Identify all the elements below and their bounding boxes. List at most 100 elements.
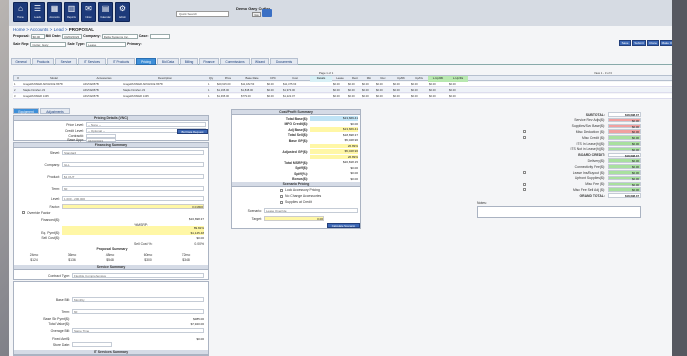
row-cpc: $0.00: [267, 89, 274, 92]
row-l-up-ds: $0.00: [449, 95, 456, 98]
sale-rep-select[interactable]: Cutler, Gary: [30, 41, 67, 47]
term-val-60: $300: [144, 258, 152, 262]
summary-value: $18,698.37: [608, 193, 641, 198]
target-field[interactable]: 0.00: [264, 216, 324, 221]
summary-checkbox[interactable]: [523, 130, 526, 134]
col-accessories[interactable]: Accessories: [84, 76, 124, 81]
fin-level-select[interactable]: 1.000 - 200.000: [62, 196, 204, 201]
tab-pricing[interactable]: Pricing: [136, 58, 156, 65]
table-row[interactable]: 2 Staple Finisher-V2 ADVCE6575I Staple F…: [13, 88, 677, 93]
fin-company-select[interactable]: GLL: [62, 162, 204, 167]
slevel-select[interactable]: Standard: [62, 150, 204, 155]
case-field[interactable]: [149, 33, 170, 39]
col-qty[interactable]: Qty: [206, 76, 216, 81]
summary-checkbox[interactable]: [523, 182, 526, 186]
sale-type-select[interactable]: Lease: [86, 41, 127, 47]
summary-checkbox[interactable]: [523, 136, 526, 140]
svc-term-select[interactable]: 60: [72, 309, 204, 314]
col-num[interactable]: #: [15, 76, 21, 81]
row-up-ds: $0.00: [411, 83, 418, 86]
row-rent: $0.00: [348, 83, 355, 86]
sell-cost-pct-label: Sell Cost %:: [134, 242, 153, 246]
col-lease[interactable]: Lease: [332, 76, 348, 81]
notes-textarea[interactable]: [477, 206, 641, 218]
clone-button[interactable]: Clone: [647, 40, 659, 46]
subtab-adjustments[interactable]: Adjustments: [40, 108, 70, 114]
col-base-rate[interactable]: Base Rate: [240, 76, 264, 81]
fin-product-select[interactable]: $1 OUT: [62, 174, 204, 179]
tab-it-services[interactable]: IT Services: [78, 58, 106, 65]
col-description[interactable]: Description: [124, 76, 206, 81]
admin-icon[interactable]: ⚙ Admin: [115, 2, 130, 22]
row-rent: $0.00: [348, 95, 355, 98]
submit-button[interactable]: Submit: [632, 40, 646, 46]
col-up-ds[interactable]: Up/Ds: [410, 76, 428, 81]
tab-billing[interactable]: Billing: [180, 58, 198, 65]
base-bill-label: Base Bill:: [55, 298, 70, 302]
col-min[interactable]: Min: [362, 76, 376, 81]
tab-finance[interactable]: Finance: [199, 58, 219, 65]
home-icon[interactable]: ⌂ Home: [13, 2, 28, 22]
override-factor-checkbox[interactable]: [22, 211, 25, 214]
calculate-scenario-button[interactable]: Calculate Scenario: [327, 223, 360, 228]
store-date-field[interactable]: [72, 342, 112, 347]
row-qty: 1: [208, 95, 210, 98]
company-field[interactable]: Delta Systems Inc.: [101, 33, 138, 39]
row-cpc: $0.00: [267, 83, 274, 86]
save-button[interactable]: Save: [619, 40, 631, 46]
leads-icon[interactable]: ☰ Leads: [30, 2, 45, 22]
tab-it-products[interactable]: IT Products: [107, 58, 135, 65]
cost-profit-value: $0.00: [350, 121, 358, 126]
col-up-rb[interactable]: Up/Rb: [392, 76, 410, 81]
bill-date-field[interactable]: 04/03/2023: [62, 33, 83, 39]
tab-products[interactable]: Products: [32, 58, 54, 65]
fin-term-select[interactable]: 60: [62, 186, 204, 191]
quick-search-input[interactable]: Quick Search: [176, 11, 229, 17]
tab-documents[interactable]: Documents: [270, 58, 298, 65]
summary-value: $0.00: [608, 181, 641, 186]
base-bill-select[interactable]: Monthly: [72, 297, 204, 302]
summary-checkbox[interactable]: [523, 171, 526, 174]
breadcrumb-lead[interactable]: Lead: [54, 27, 64, 32]
summary-checkbox[interactable]: [523, 188, 526, 192]
row-min: $0.00: [362, 95, 369, 98]
calendar-icon[interactable]: ▤ Calendar: [98, 2, 113, 22]
table-row[interactable]: 1 ImageRUNNER ADVANCE 6575I ADVCE6575I I…: [13, 82, 677, 87]
col-rev[interactable]: Rev: [376, 76, 390, 81]
eq-pymt-value: $1,145.48: [62, 230, 204, 235]
go-button[interactable]: Go: [252, 12, 261, 17]
col-price[interactable]: Price: [216, 76, 240, 81]
col-model[interactable]: Model: [24, 76, 84, 81]
tab-bid-data[interactable]: Bid Data: [157, 58, 179, 65]
scenario-select[interactable]: Lease Override: [264, 208, 358, 213]
breadcrumb-home[interactable]: Home: [13, 27, 25, 32]
table-row[interactable]: 3 ImageRUNNER 1435 ADVCE6575I ImageRUNNE…: [13, 94, 677, 99]
col-rent[interactable]: Rent: [348, 76, 362, 81]
tab-service[interactable]: Service: [55, 58, 77, 65]
lock-accessory-radio[interactable]: [280, 189, 283, 192]
notification-icon[interactable]: [262, 9, 272, 17]
row-base-rate: $11,182.53: [241, 83, 255, 86]
price-level-select[interactable]: -- None --: [86, 122, 206, 127]
tab-wizard[interactable]: Wizard: [251, 58, 269, 65]
contract-type-select[interactable]: Flexible Comprehensive: [72, 273, 204, 278]
overage-select[interactable]: Same Time: [72, 328, 204, 333]
col-cpc[interactable]: CPC: [264, 76, 282, 81]
bid-data-request-button[interactable]: Bid Data Request: [177, 129, 208, 134]
tab-commissions[interactable]: Commissions: [220, 58, 250, 65]
accounts-icon[interactable]: ▦ Accounts: [47, 2, 62, 22]
no-change-accessories-radio[interactable]: [280, 195, 283, 198]
row-cost: $11,475.63: [283, 83, 297, 86]
summary-value: $0.00: [608, 175, 641, 181]
supplies-at-credit-radio[interactable]: [280, 201, 283, 204]
proposal-field[interactable]: $0.00: [30, 33, 45, 39]
factor-field[interactable]: 0.01800: [62, 204, 204, 209]
page-scrollbar[interactable]: [672, 0, 687, 356]
tab-general[interactable]: General: [11, 58, 31, 65]
breadcrumb-accounts[interactable]: Accounts: [30, 27, 49, 32]
col-cost[interactable]: Cost: [282, 76, 308, 81]
subtab-equipment[interactable]: Equipment: [13, 108, 39, 114]
reports-icon[interactable]: ▥ Reports: [64, 2, 79, 22]
inbox-icon[interactable]: ✉ Inbox: [81, 2, 96, 22]
cost-profit-pane: Cost/Profit Summary Total Base($): $13,66…: [231, 109, 361, 229]
